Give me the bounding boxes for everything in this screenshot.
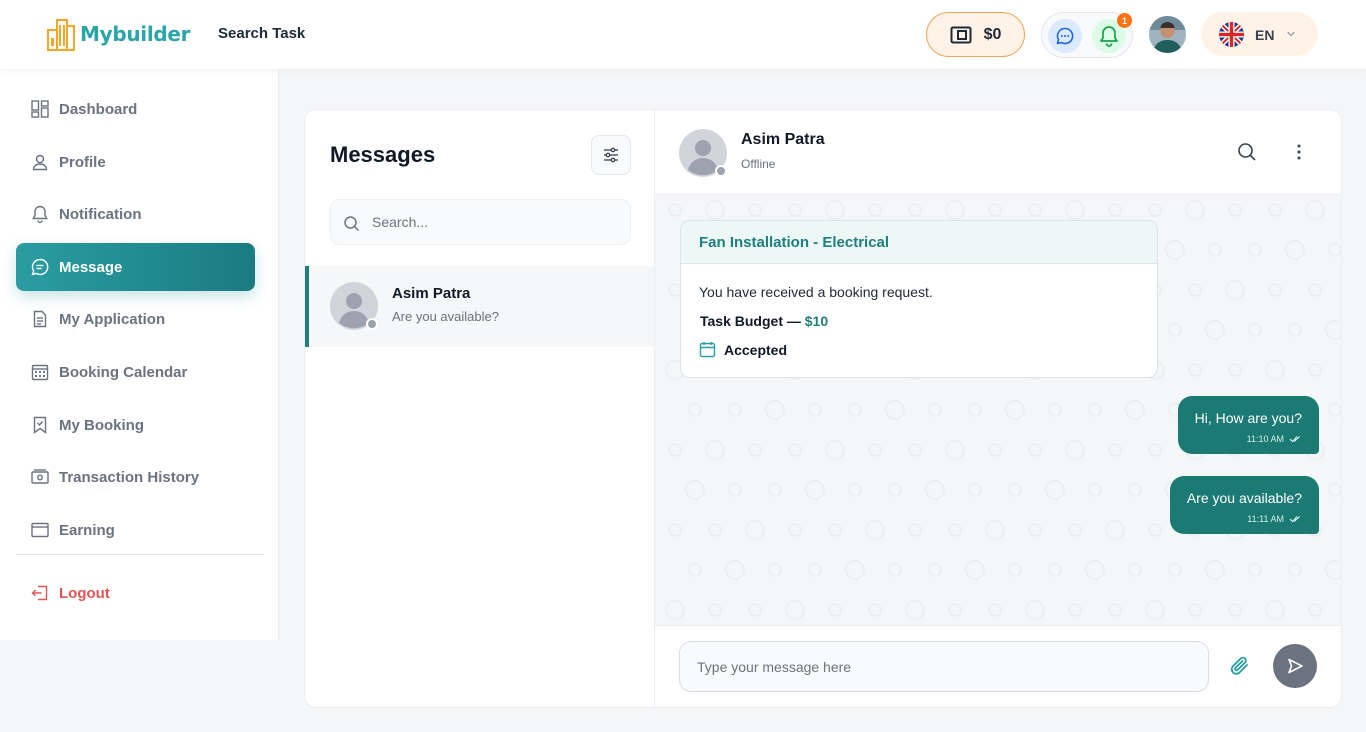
message-text: Are you available? [1186,490,1302,506]
chat-icon [31,258,49,276]
conversation-item[interactable]: Asim Patra Are you available? [305,266,654,347]
conversation-list-pane: Messages Asim Patra Are you available? [305,110,655,707]
header-icon-group: 1 [1041,12,1133,58]
logout-label: Logout [59,584,110,602]
budget-amount: $10 [804,313,829,329]
messages-card: Messages Asim Patra Are you available? [304,109,1342,708]
conversation-search [330,199,631,245]
booking-status-label: Accepted [724,341,788,358]
more-vertical-icon[interactable] [1289,142,1309,162]
avatar-placeholder-icon [330,282,378,330]
sidebar-item-notification[interactable]: Notification [16,190,255,238]
bell-icon [31,205,49,223]
brand-name: Mybuilder [80,22,191,46]
wallet-amount: $0 [983,25,1002,43]
sidebar-item-label: Earning [59,521,115,539]
booking-request-card[interactable]: Fan Installation - Electrical You have r… [680,220,1158,378]
search-input[interactable] [372,200,622,244]
message-meta: 11:11 AM [1187,514,1302,524]
building-logo-icon [47,19,75,51]
language-code: EN [1255,27,1275,43]
language-selector[interactable]: EN [1201,12,1318,56]
notification-badge: 1 [1117,13,1132,28]
conversation-preview: Are you available? [392,309,499,324]
message-time: 11:10 AM [1246,434,1284,444]
page-title: Messages [330,142,436,167]
user-photo [1149,16,1186,53]
wallet-icon [950,26,972,43]
calendar-icon [699,342,716,358]
send-icon [1288,658,1303,674]
booking-budget: Task Budget — $10 [700,313,828,329]
sidebar-item-label: Booking Calendar [59,363,188,381]
conversation-name: Asim Patra [392,285,471,302]
sliders-icon [604,147,618,163]
double-check-icon [1289,516,1300,523]
search-icon[interactable] [1237,142,1257,162]
logout-icon [31,585,48,601]
message-time: 11:11 AM [1247,514,1284,524]
message-meta: 11:10 AM [1195,434,1302,444]
user-avatar[interactable] [1149,16,1186,53]
filter-button[interactable] [591,135,631,175]
sidebar-item-label: Notification [59,205,142,223]
sidebar-item-label: Transaction History [59,468,200,486]
booking-title: Fan Installation - Electrical [681,221,1157,264]
sidebar-item-label: My Booking [59,416,144,434]
contact-status: Offline [741,157,776,171]
send-button[interactable] [1273,644,1317,688]
money-icon [31,469,49,484]
chat-icon [1056,27,1074,45]
sidebar-item-transaction-history[interactable]: Transaction History [16,453,255,501]
brand-logo[interactable]: Mybuilder [46,16,191,52]
bell-icon [1100,26,1118,47]
sidebar-item-label: My Application [59,310,166,328]
sidebar: Dashboard Profile Notification Message M… [0,69,279,640]
search-icon [344,216,360,232]
sidebar-item-earning[interactable]: Earning [16,506,255,554]
sidebar-item-booking-calendar[interactable]: Booking Calendar [16,348,255,396]
chevron-down-icon [1287,31,1295,37]
chat-pane: Asim Patra Offline Fan Installation - El… [655,110,1341,707]
sidebar-item-label: Profile [59,153,106,171]
sidebar-item-message[interactable]: Message [16,243,255,291]
contact-name: Asim Patra [741,131,825,148]
card-icon [31,522,49,538]
booking-status: Accepted [699,341,787,358]
message-input[interactable] [679,641,1209,692]
top-bar: Mybuilder Search Task $0 1 EN [0,0,1366,69]
outgoing-message: Hi, How are you? 11:10 AM [1177,396,1319,454]
sidebar-item-label: Dashboard [59,100,138,118]
budget-label: Task Budget — [700,313,801,329]
chat-messages-area: Fan Installation - Electrical You have r… [655,195,1341,625]
sidebar-item-label: Message [59,258,123,276]
document-icon [33,310,47,328]
sidebar-item-my-booking[interactable]: My Booking [16,401,255,449]
messages-button[interactable] [1048,19,1082,53]
sidebar-item-dashboard[interactable]: Dashboard [16,85,255,133]
calendar-icon [31,364,49,381]
logout-button[interactable]: Logout [16,569,255,617]
double-check-icon [1289,436,1300,443]
message-text: Hi, How are you? [1194,410,1302,426]
uk-flag-icon [1219,22,1244,47]
search-task-link[interactable]: Search Task [218,25,305,42]
message-composer [655,625,1341,707]
chat-header: Asim Patra Offline [655,110,1341,195]
sidebar-divider [16,554,264,555]
sidebar-item-profile[interactable]: Profile [16,138,255,186]
dashboard-icon [31,100,49,118]
bookmark-icon [33,416,47,434]
booking-text: You have received a booking request. [699,284,933,300]
outgoing-message: Are you available? 11:11 AM [1169,476,1319,534]
contact-avatar-icon[interactable] [679,129,727,177]
wallet-button[interactable]: $0 [926,12,1025,57]
paperclip-icon[interactable] [1229,655,1251,677]
sidebar-item-my-application[interactable]: My Application [16,295,255,343]
user-icon [32,154,48,171]
